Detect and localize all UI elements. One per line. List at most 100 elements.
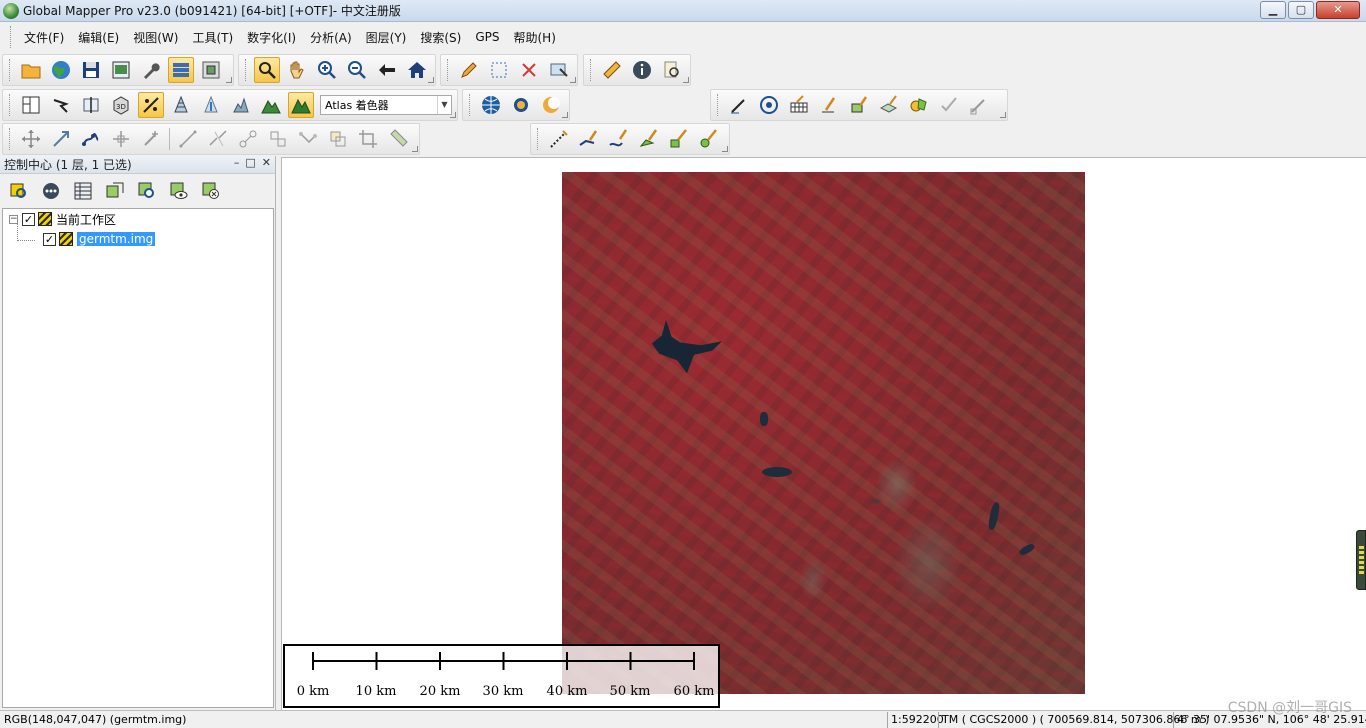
menu-gps[interactable]: GPS: [468, 30, 506, 44]
split-line-icon[interactable]: [205, 126, 231, 152]
side-panel-handle[interactable]: [1356, 530, 1366, 590]
reshape-icon[interactable]: [78, 126, 104, 152]
chevron-down-icon[interactable]: ▼: [437, 96, 451, 114]
menu-file[interactable]: 文件(F): [17, 29, 71, 46]
tape-icon[interactable]: [385, 126, 411, 152]
slope-shader-icon[interactable]: [138, 92, 164, 118]
view-shed-icon[interactable]: [228, 92, 254, 118]
remove-layer-icon[interactable]: [198, 178, 224, 204]
root-checkbox[interactable]: ✓: [22, 212, 35, 226]
shader-select[interactable]: Atlas 着色器 ▼: [320, 95, 452, 115]
zoom-in-icon[interactable]: [314, 57, 340, 83]
toolbar-grip[interactable]: [447, 59, 450, 81]
layer-search-icon[interactable]: [6, 178, 32, 204]
menu-layer[interactable]: 图层(Y): [359, 29, 414, 46]
open-folder-icon[interactable]: [18, 57, 44, 83]
pan-hand-icon[interactable]: [284, 57, 310, 83]
menu-edit[interactable]: 编辑(E): [71, 29, 126, 46]
polygon-pen-icon[interactable]: [636, 126, 662, 152]
check-edit-icon[interactable]: [936, 92, 962, 118]
menu-grip[interactable]: [10, 26, 13, 48]
connect-icon[interactable]: [295, 126, 321, 152]
ruler-icon[interactable]: [599, 57, 625, 83]
panel-close-button[interactable]: ✕: [262, 156, 271, 169]
delete-x-icon[interactable]: [516, 57, 542, 83]
draw-point-icon[interactable]: [816, 92, 842, 118]
target-icon[interactable]: [756, 92, 782, 118]
toolbar-grip[interactable]: [717, 94, 720, 116]
measure-line-icon[interactable]: [175, 126, 201, 152]
globe-data-icon[interactable]: [48, 57, 74, 83]
tree-layer-row[interactable]: ✓ germtm.img: [43, 230, 156, 248]
layer-checkbox[interactable]: ✓: [43, 232, 56, 246]
3d-view-icon[interactable]: 3D: [108, 92, 134, 118]
copy-shape-icon[interactable]: [325, 126, 351, 152]
menu-search[interactable]: 搜索(S): [413, 29, 468, 46]
draw-area-icon[interactable]: [846, 92, 872, 118]
online-globe-icon[interactable]: [478, 92, 504, 118]
zoom-select-icon[interactable]: [254, 57, 280, 83]
select-rect-icon[interactable]: [486, 57, 512, 83]
toolbar-grip[interactable]: [245, 59, 248, 81]
overview-map-icon[interactable]: [198, 57, 224, 83]
close-button[interactable]: ✕: [1316, 1, 1360, 19]
moon-light-icon[interactable]: [538, 92, 564, 118]
menu-help[interactable]: 帮助(H): [507, 29, 563, 46]
control-center-icon[interactable]: [168, 57, 194, 83]
collapse-toggle[interactable]: −: [9, 214, 18, 224]
terrain-peak-icon[interactable]: [258, 92, 284, 118]
toolbar-grip[interactable]: [469, 94, 472, 116]
select-features-icon[interactable]: [546, 57, 572, 83]
rect-pen-icon[interactable]: [666, 126, 692, 152]
crop-icon[interactable]: [355, 126, 381, 152]
layer-visibility-icon[interactable]: [166, 178, 192, 204]
sun-settings-icon[interactable]: [508, 92, 534, 118]
shaded-terrain-icon[interactable]: [288, 92, 314, 118]
path-profile-icon[interactable]: [48, 92, 74, 118]
watershed-icon[interactable]: [198, 92, 224, 118]
attribute-table-icon[interactable]: [70, 178, 96, 204]
info-icon[interactable]: [629, 57, 655, 83]
toolbar-grip[interactable]: [9, 94, 12, 116]
workspace-label[interactable]: 当前工作区: [56, 211, 116, 228]
save-icon[interactable]: [78, 57, 104, 83]
menu-view[interactable]: 视图(W): [126, 29, 185, 46]
toolbar-grip[interactable]: [9, 128, 12, 150]
zoom-layer-icon[interactable]: [134, 178, 160, 204]
menu-tools[interactable]: 工具(T): [185, 29, 240, 46]
move-vertex-icon[interactable]: [108, 126, 134, 152]
float-button[interactable]: □: [245, 156, 255, 169]
move-icon[interactable]: [18, 126, 44, 152]
edit-vertex-icon[interactable]: [966, 92, 992, 118]
search-doc-icon[interactable]: [659, 57, 685, 83]
edit-area-icon[interactable]: [876, 92, 902, 118]
minimize-button[interactable]: ▁: [1260, 1, 1286, 19]
curve-pen-icon[interactable]: [606, 126, 632, 152]
dotted-line-icon[interactable]: [546, 126, 572, 152]
map-view[interactable]: 0 km 10 km 20 km 30 km 40 km 50 km 60 km: [281, 157, 1366, 710]
wrench-icon[interactable]: [138, 57, 164, 83]
shapes-icon[interactable]: [906, 92, 932, 118]
join-icon[interactable]: [235, 126, 261, 152]
split-view-icon[interactable]: [78, 92, 104, 118]
pencil-icon[interactable]: [456, 57, 482, 83]
home-icon[interactable]: [404, 57, 430, 83]
toolbar-grip[interactable]: [590, 59, 593, 81]
menu-analysis[interactable]: 分析(A): [303, 29, 359, 46]
maximize-button[interactable]: ▢: [1288, 1, 1314, 19]
tree-root-row[interactable]: − ✓ 当前工作区: [9, 210, 116, 228]
more-options-icon[interactable]: [38, 178, 64, 204]
map-layout-icon[interactable]: [108, 57, 134, 83]
line-pen-icon[interactable]: [576, 126, 602, 152]
add-vertex-icon[interactable]: [138, 126, 164, 152]
layer-copy-icon[interactable]: [102, 178, 128, 204]
layer-label[interactable]: germtm.img: [77, 232, 156, 246]
layout-panes-icon[interactable]: [18, 92, 44, 118]
toolbar-grip[interactable]: [537, 128, 540, 150]
back-arrow-icon[interactable]: [374, 57, 400, 83]
contour-icon[interactable]: [168, 92, 194, 118]
toolbar-grip[interactable]: [9, 59, 12, 81]
zoom-out-icon[interactable]: [344, 57, 370, 83]
draw-line-icon[interactable]: [726, 92, 752, 118]
circle-pen-icon[interactable]: [696, 126, 722, 152]
